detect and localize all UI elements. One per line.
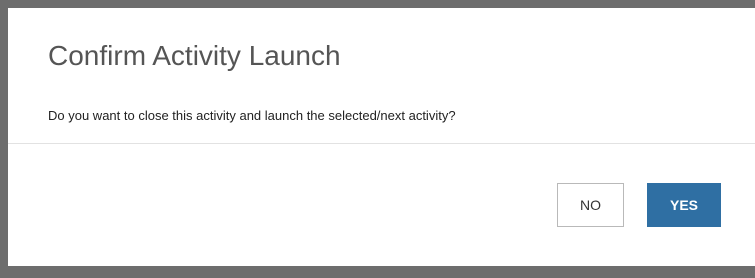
- dialog-title: Confirm Activity Launch: [48, 40, 341, 71]
- dialog-message: Do you want to close this activity and l…: [48, 108, 456, 123]
- dialog-header: Confirm Activity Launch Do you want to c…: [8, 8, 755, 144]
- no-button[interactable]: NO: [557, 183, 624, 227]
- confirm-dialog: Confirm Activity Launch Do you want to c…: [8, 8, 755, 266]
- yes-button[interactable]: YES: [647, 183, 721, 227]
